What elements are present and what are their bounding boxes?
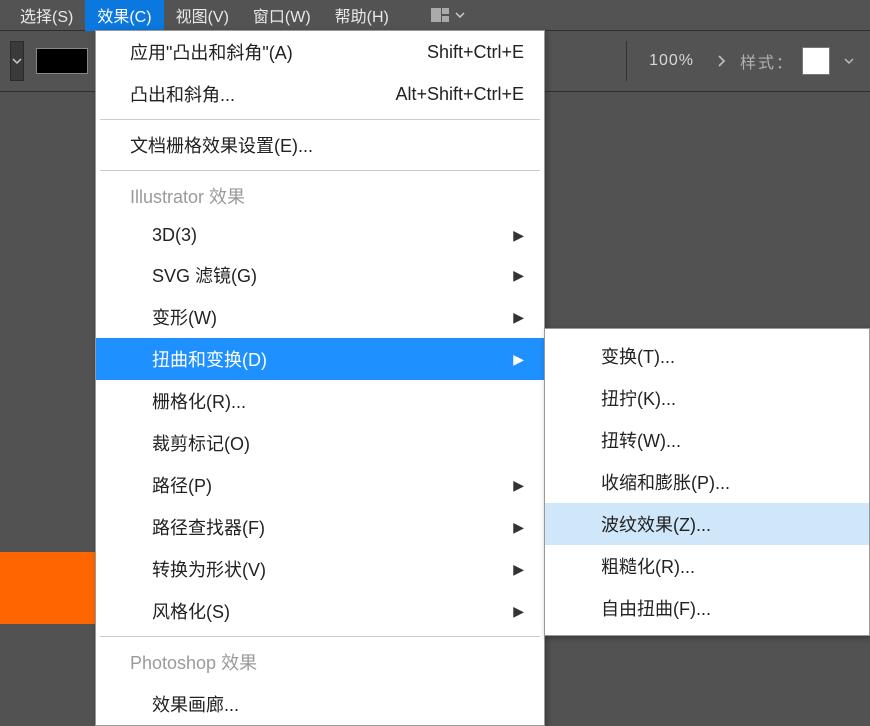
workspace-icon[interactable] (431, 8, 449, 22)
menu-extrude-bevel[interactable]: 凸出和斜角... Alt+Shift+Ctrl+E (96, 73, 544, 115)
menu-label: 扭曲和变换(D) (152, 346, 267, 372)
stroke-dropdown[interactable] (10, 41, 24, 81)
effects-dropdown: 应用"凸出和斜角"(A) Shift+Ctrl+E 凸出和斜角... Alt+S… (95, 30, 545, 726)
menu-window[interactable]: 窗口(W) (241, 0, 323, 31)
menu-separator (100, 636, 540, 637)
menu-label: 栅格化(R)... (152, 388, 246, 414)
menu-convert-to-shape[interactable]: 转换为形状(V) ▶ (96, 548, 544, 590)
submenu-arrow-icon: ▶ (513, 267, 524, 284)
menu-distort-transform[interactable]: 扭曲和变换(D) ▶ (96, 338, 544, 380)
menu-path[interactable]: 路径(P) ▶ (96, 464, 544, 506)
submenu-arrow-icon: ▶ (513, 519, 524, 536)
menu-apply-last-effect[interactable]: 应用"凸出和斜角"(A) Shift+Ctrl+E (96, 31, 544, 73)
menu-doc-raster-settings[interactable]: 文档栅格效果设置(E)... (96, 124, 544, 166)
menu-crop-marks[interactable]: 裁剪标记(O) (96, 422, 544, 464)
submenu-transform[interactable]: 变换(T)... (545, 335, 869, 377)
menu-label: 自由扭曲(F)... (601, 595, 711, 621)
menu-label: 变形(W) (152, 304, 217, 330)
menu-separator (100, 170, 540, 171)
submenu-twist[interactable]: 扭转(W)... (545, 419, 869, 461)
zoom-field[interactable]: 100% (641, 48, 702, 74)
menu-svg-filters[interactable]: SVG 滤镜(G) ▶ (96, 254, 544, 296)
distort-transform-submenu: 变换(T)... 扭拧(K)... 扭转(W)... 收缩和膨胀(P)... 波… (544, 328, 870, 636)
menu-label: 扭转(W)... (601, 427, 681, 453)
menu-view[interactable]: 视图(V) (164, 0, 241, 31)
menu-label: SVG 滤镜(G) (152, 262, 257, 288)
menu-label: 文档栅格效果设置(E)... (130, 132, 313, 158)
menu-label: 波纹效果(Z)... (601, 511, 711, 537)
submenu-zigzag[interactable]: 波纹效果(Z)... (545, 503, 869, 545)
menu-stylize[interactable]: 风格化(S) ▶ (96, 590, 544, 632)
menu-label: 裁剪标记(O) (152, 430, 250, 456)
style-dropdown-icon[interactable] (838, 50, 860, 72)
menu-3d[interactable]: 3D(3) ▶ (96, 217, 544, 254)
menu-effects[interactable]: 效果(C) (85, 0, 163, 31)
submenu-arrow-icon: ▶ (513, 227, 524, 244)
menu-shortcut: Alt+Shift+Ctrl+E (395, 84, 524, 105)
menu-label: 路径查找器(F) (152, 514, 265, 540)
menu-select[interactable]: 选择(S) (8, 0, 85, 31)
menu-label: 效果画廊... (152, 691, 239, 717)
menu-label: 转换为形状(V) (152, 556, 266, 582)
menu-label: 风格化(S) (152, 598, 230, 624)
zoom-next-icon[interactable] (710, 50, 732, 72)
menu-rasterize[interactable]: 栅格化(R)... (96, 380, 544, 422)
style-swatch[interactable] (802, 47, 830, 75)
menu-help[interactable]: 帮助(H) (323, 0, 401, 31)
chevron-down-icon[interactable] (455, 10, 465, 20)
section-photoshop-effects: Photoshop 效果 (96, 641, 544, 683)
menu-label: 粗糙化(R)... (601, 553, 695, 579)
stroke-color-swatch[interactable] (36, 48, 88, 74)
section-illustrator-effects: Illustrator 效果 (96, 175, 544, 217)
orange-shape[interactable] (0, 552, 95, 624)
toolbar-divider (626, 41, 627, 81)
submenu-arrow-icon: ▶ (513, 351, 524, 368)
submenu-pucker-bloat[interactable]: 收缩和膨胀(P)... (545, 461, 869, 503)
submenu-arrow-icon: ▶ (513, 561, 524, 578)
menu-label: 路径(P) (152, 472, 212, 498)
menubar: 选择(S) 效果(C) 视图(V) 窗口(W) 帮助(H) (0, 0, 870, 30)
submenu-arrow-icon: ▶ (513, 309, 524, 326)
menu-pathfinder[interactable]: 路径查找器(F) ▶ (96, 506, 544, 548)
menu-label: 3D(3) (152, 225, 197, 246)
submenu-arrow-icon: ▶ (513, 477, 524, 494)
menu-shortcut: Shift+Ctrl+E (427, 42, 524, 63)
menu-label: 收缩和膨胀(P)... (601, 469, 730, 495)
submenu-tweak[interactable]: 扭拧(K)... (545, 377, 869, 419)
menu-label: 变换(T)... (601, 343, 675, 369)
submenu-arrow-icon: ▶ (513, 603, 524, 620)
menu-effect-gallery[interactable]: 效果画廊... (96, 683, 544, 725)
menu-label: 扭拧(K)... (601, 385, 676, 411)
menu-warp[interactable]: 变形(W) ▶ (96, 296, 544, 338)
menu-separator (100, 119, 540, 120)
menubar-right-icons (431, 8, 465, 22)
style-label: 样式： (740, 49, 794, 73)
submenu-roughen[interactable]: 粗糙化(R)... (545, 545, 869, 587)
menu-label: 凸出和斜角... (130, 81, 235, 107)
menu-label: 应用"凸出和斜角"(A) (130, 39, 293, 65)
submenu-free-distort[interactable]: 自由扭曲(F)... (545, 587, 869, 629)
